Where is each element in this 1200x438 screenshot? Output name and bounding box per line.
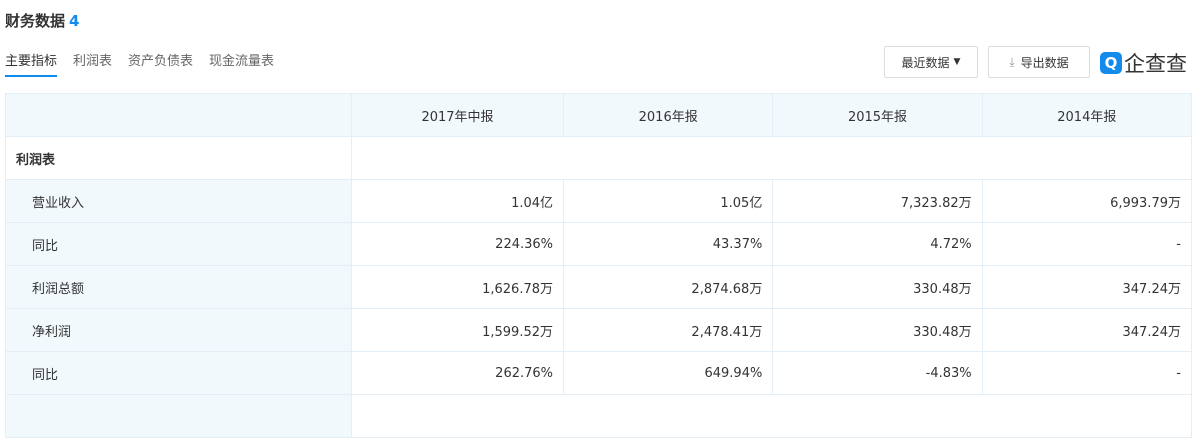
cell-value: 330.48万 xyxy=(772,265,983,309)
tab-cash-flow[interactable]: 现金流量表 xyxy=(209,50,274,77)
cell-value: 262.76% xyxy=(350,351,565,395)
cell-value: 224.36% xyxy=(350,222,565,266)
financial-table: 2017年中报 2016年报 2015年报 2014年报 利润表 营业收入 1.0… xyxy=(5,93,1193,438)
cell-value: 1,599.52万 xyxy=(350,308,565,352)
cell-value: - xyxy=(981,222,1193,266)
cell-value: 1.04亿 xyxy=(350,179,565,223)
table-row: 净利润 1,599.52万 2,478.41万 330.48万 347.24万 xyxy=(5,308,1193,352)
cell-value: 649.94% xyxy=(563,351,774,395)
table-row: 营业收入 1.04亿 1.05亿 7,323.82万 6,993.79万 xyxy=(5,179,1193,223)
export-button[interactable]: ⤓ 导出数据 xyxy=(988,46,1090,78)
cell-value: 1.05亿 xyxy=(563,179,774,223)
logo-icon: Q xyxy=(1100,52,1122,74)
row-label: 利润总额 xyxy=(5,265,352,309)
table-row xyxy=(5,394,1192,438)
cell-value: 1,626.78万 xyxy=(350,265,565,309)
cell-value: 347.24万 xyxy=(981,265,1193,309)
col-header: 2014年报 xyxy=(981,93,1193,137)
download-icon: ⤓ xyxy=(1009,54,1015,69)
caret-down-icon: ▼ xyxy=(953,57,961,67)
cell-value xyxy=(351,394,1192,438)
header-empty xyxy=(5,93,352,137)
cell-value: 43.37% xyxy=(563,222,774,266)
logo-text: 企查查 xyxy=(1124,52,1187,76)
table-header-row: 2017年中报 2016年报 2015年报 2014年报 xyxy=(5,93,1193,137)
col-header: 2015年报 xyxy=(772,93,983,137)
count-badge: 4 xyxy=(69,12,80,30)
tab-balance-sheet[interactable]: 资产负债表 xyxy=(128,50,193,77)
tab-income-statement[interactable]: 利润表 xyxy=(73,50,112,77)
cell-value: -4.83% xyxy=(772,351,983,395)
row-label: 同比 xyxy=(5,222,352,266)
row-label: 净利润 xyxy=(5,308,352,352)
qichacha-logo: Q 企查查 xyxy=(1100,48,1187,78)
cell-value: - xyxy=(981,351,1193,395)
table-row: 同比 224.36% 43.37% 4.72% - xyxy=(5,222,1193,266)
cell-value: 6,993.79万 xyxy=(981,179,1193,223)
row-label: 营业收入 xyxy=(5,179,352,223)
section-title: 财务数据 4 xyxy=(5,10,79,31)
row-label: 同比 xyxy=(5,351,352,395)
title-text: 财务数据 xyxy=(5,12,66,30)
cell-value: 7,323.82万 xyxy=(772,179,983,223)
cell-value: 4.72% xyxy=(772,222,983,266)
recent-data-dropdown[interactable]: 最近数据 ▼ xyxy=(884,46,978,78)
col-header: 2017年中报 xyxy=(350,93,565,137)
row-label xyxy=(5,394,352,438)
cell-value: 2,478.41万 xyxy=(563,308,774,352)
table-row: 利润总额 1,626.78万 2,874.68万 330.48万 347.24万 xyxy=(5,265,1193,309)
table-row: 同比 262.76% 649.94% -4.83% - xyxy=(5,351,1193,395)
cell-value: 330.48万 xyxy=(772,308,983,352)
tab-main-indicators[interactable]: 主要指标 xyxy=(5,50,58,77)
export-label: 导出数据 xyxy=(1020,55,1069,70)
section-row: 利润表 xyxy=(5,136,1192,180)
section-empty xyxy=(351,136,1192,180)
cell-value: 2,874.68万 xyxy=(563,265,774,309)
cell-value: 347.24万 xyxy=(981,308,1193,352)
tab-bar: 主要指标 利润表 资产负债表 现金流量表 xyxy=(5,50,274,77)
col-header: 2016年报 xyxy=(563,93,774,137)
section-label: 利润表 xyxy=(5,136,352,180)
recent-data-label: 最近数据 xyxy=(901,55,950,70)
